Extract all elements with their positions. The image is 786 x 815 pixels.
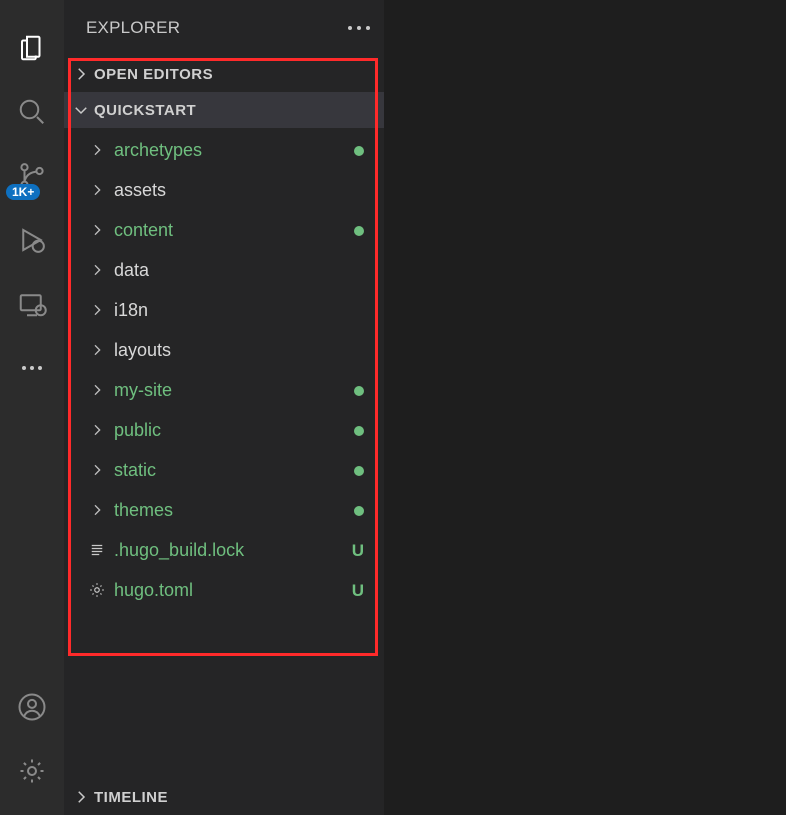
tree-item-label: assets [114,180,166,201]
git-modified-dot-icon [354,420,364,441]
git-modified-dot-icon [354,500,364,521]
folder-item[interactable]: static [64,450,384,490]
chevron-right-icon [72,65,90,83]
git-modified-dot-icon [354,220,364,241]
file-item[interactable]: .hugo_build.lock U [64,530,384,570]
file-tree: archetypes assets content data i18n layouts my… [64,128,384,815]
chevron-right-icon [86,182,108,198]
folder-item[interactable]: data [64,250,384,290]
tree-item-label: themes [114,500,173,521]
file-lines-icon [86,541,108,559]
tree-item-label: static [114,460,156,481]
tree-item-label: my-site [114,380,172,401]
folder-item[interactable]: public [64,410,384,450]
tree-item-label: archetypes [114,140,202,161]
git-modified-dot-icon [354,140,364,161]
tree-item-label: layouts [114,340,171,361]
explorer-header: EXPLORER [64,0,384,56]
file-item[interactable]: hugo.toml U [64,570,384,610]
chevron-right-icon [86,222,108,238]
tree-item-label: public [114,420,161,441]
chevron-right-icon [86,502,108,518]
search-activity-icon[interactable] [0,80,64,144]
remote-activity-icon[interactable] [0,272,64,336]
chevron-right-icon [86,422,108,438]
chevron-right-icon [86,302,108,318]
open-editors-section[interactable]: OPEN EDITORS [64,56,384,92]
tree-item-label: data [114,260,149,281]
editor-area [384,0,786,815]
folder-item[interactable]: assets [64,170,384,210]
account-activity-icon[interactable] [0,675,64,739]
folder-item[interactable]: layouts [64,330,384,370]
scm-activity-icon[interactable]: 1K+ [0,144,64,208]
workspace-label: QUICKSTART [94,102,196,119]
git-modified-dot-icon [354,460,364,481]
git-untracked-badge: U [352,540,364,561]
timeline-section[interactable]: TIMELINE [64,779,384,815]
tree-item-label: i18n [114,300,148,321]
folder-item[interactable]: i18n [64,290,384,330]
debug-activity-icon[interactable] [0,208,64,272]
folder-item[interactable]: content [64,210,384,250]
timeline-label: TIMELINE [94,789,168,806]
folder-item[interactable]: themes [64,490,384,530]
explorer-more-icon[interactable] [348,26,370,30]
explorer-panel: EXPLORER OPEN EDITORS QUICKSTART archety… [64,0,384,815]
tree-item-label: content [114,220,173,241]
folder-item[interactable]: my-site [64,370,384,410]
overflow-activity-icon[interactable] [0,336,64,400]
explorer-title: EXPLORER [86,18,180,38]
chevron-right-icon [86,342,108,358]
activity-bottom-group [0,675,64,803]
tree-item-label: hugo.toml [114,580,193,601]
chevron-right-icon [86,462,108,478]
scm-badge: 1K+ [6,184,40,200]
activity-bar: 1K+ [0,0,64,815]
chevron-right-icon [86,142,108,158]
settings-activity-icon[interactable] [0,739,64,803]
chevron-right-icon [72,788,90,806]
chevron-down-icon [72,101,90,119]
open-editors-label: OPEN EDITORS [94,66,213,83]
explorer-activity-icon[interactable] [0,16,64,80]
folder-item[interactable]: archetypes [64,130,384,170]
chevron-right-icon [86,382,108,398]
git-untracked-badge: U [352,580,364,601]
workspace-section[interactable]: QUICKSTART [64,92,384,128]
chevron-right-icon [86,262,108,278]
gear-icon [86,581,108,599]
tree-item-label: .hugo_build.lock [114,540,244,561]
git-modified-dot-icon [354,380,364,401]
